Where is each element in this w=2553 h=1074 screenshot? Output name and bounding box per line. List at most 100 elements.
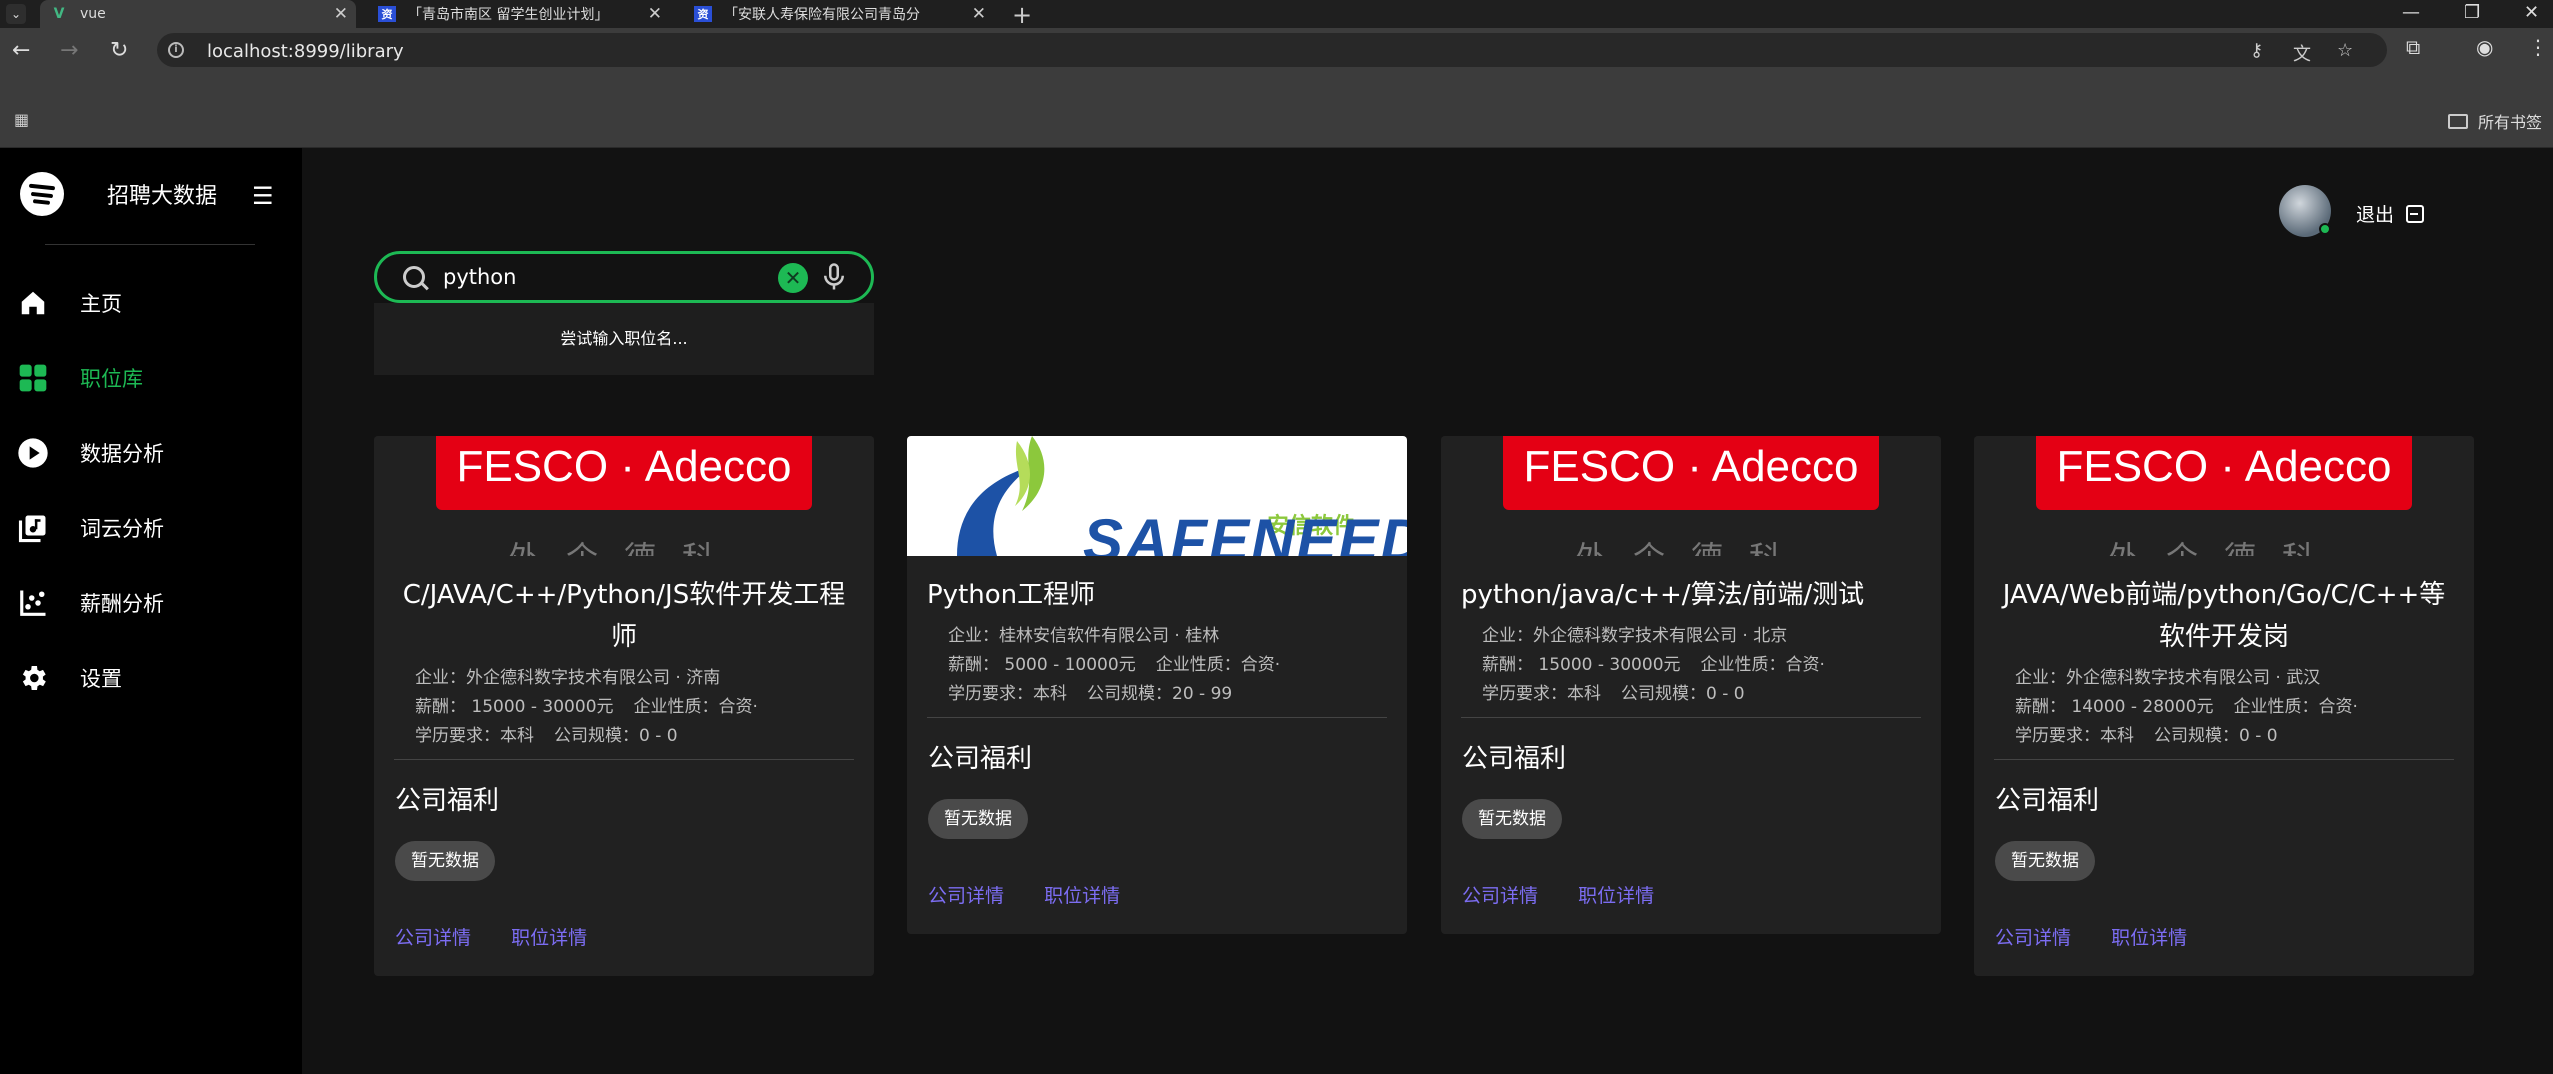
bookmarks-folder-label: 所有书签: [2478, 113, 2543, 132]
logout-label: 退出: [2356, 204, 2395, 226]
welfare-heading: 公司福利: [395, 786, 500, 816]
sidebar-item-wordcloud[interactable]: 词云分析: [16, 511, 164, 545]
folder-icon: [2448, 113, 2468, 129]
job-title: C/JAVA/C++/Python/JS软件开发工程师: [402, 580, 846, 652]
company-detail-link[interactable]: 公司详情: [928, 885, 1004, 907]
job-card: FESCO · Adecco 外企德科 python/java/c++/算法/前…: [1441, 436, 1941, 934]
card-actions: 公司详情 职位详情: [1974, 881, 2474, 976]
search-input[interactable]: [443, 264, 773, 290]
job-detail-link[interactable]: 职位详情: [1578, 885, 1654, 907]
education: 学历要求：本科: [948, 684, 1067, 704]
salary-line: 薪酬： 15000 - 30000元 企业性质：合资·: [415, 693, 874, 722]
logout-icon: [2406, 204, 2425, 223]
company-logo: FESCO · Adecco 外企德科: [374, 436, 874, 556]
music-library-icon: [16, 511, 50, 545]
education: 学历要求：本科: [415, 726, 534, 746]
password-key-icon[interactable]: ⚷: [2250, 40, 2263, 61]
clear-search-icon[interactable]: ✕: [778, 263, 808, 293]
browser-tab-vue[interactable]: V vue ✕: [40, 0, 356, 28]
company-detail-link[interactable]: 公司详情: [1462, 885, 1538, 907]
search-icon: [403, 266, 425, 288]
job-detail-link[interactable]: 职位详情: [1044, 885, 1120, 907]
profile-icon[interactable]: ◉: [2476, 35, 2493, 59]
company-detail-link[interactable]: 公司详情: [395, 927, 471, 949]
hamburger-menu-icon[interactable]: ☰: [252, 182, 274, 210]
company-line: 企业：外企德科数字技术有限公司 · 北京: [1482, 626, 1788, 646]
salary-line: 薪酬： 15000 - 30000元 企业性质：合资·: [1482, 651, 1941, 680]
sidebar: 招聘大数据 ☰ 主页 职位库 数据分析 词云分析 薪酬分析 设置: [0, 148, 302, 1074]
brand-name: 招聘大数据: [107, 184, 218, 209]
tab-title: 「青岛市南区 留学生创业计划」: [408, 7, 609, 23]
job-card: FESCO · Adecco 外企德科 JAVA/Web前端/python/Go…: [1974, 436, 2474, 976]
forward-icon[interactable]: →: [60, 38, 78, 63]
sidebar-item-settings[interactable]: 设置: [16, 661, 122, 695]
education-line: 学历要求：本科 公司规模：0 - 0: [415, 722, 874, 751]
safeneeds-logo-icon: [957, 436, 1045, 556]
company-type: 企业性质：合资·: [633, 697, 758, 717]
company-detail-link[interactable]: 公司详情: [1995, 927, 2071, 949]
close-tab-icon[interactable]: ✕: [972, 4, 986, 24]
grid-icon: [16, 361, 50, 395]
site-info-icon[interactable]: i: [168, 42, 184, 58]
back-icon[interactable]: ←: [12, 38, 30, 63]
fesco-logo-text: FESCO · Adecco: [436, 436, 812, 510]
job-detail-link[interactable]: 职位详情: [511, 927, 587, 949]
minimize-icon[interactable]: —: [2402, 2, 2420, 23]
more-menu-icon[interactable]: ⋮: [2528, 35, 2548, 59]
apps-grid-icon[interactable]: ▦: [14, 110, 29, 129]
fesco-logo-subtext: 外企德科: [2084, 532, 2364, 556]
close-tab-icon[interactable]: ✕: [334, 4, 348, 24]
education: 学历要求：本科: [2015, 726, 2134, 746]
card-actions: 公司详情 职位详情: [1441, 839, 1941, 934]
job-meta: 企业：桂林安信软件有限公司 · 桂林 薪酬： 5000 - 10000元 企业性质…: [907, 616, 1407, 709]
reload-icon[interactable]: ↻: [110, 38, 128, 63]
sidebar-item-label: 薪酬分析: [80, 592, 164, 616]
sidebar-item-salary-analysis[interactable]: 薪酬分析: [16, 586, 164, 620]
browser-tab-3[interactable]: 资 「安联人寿保险有限公司青岛分 ✕: [684, 0, 994, 28]
sidebar-item-data-analysis[interactable]: 数据分析: [16, 436, 164, 470]
close-tab-icon[interactable]: ✕: [648, 4, 662, 24]
vue-favicon-icon: V: [53, 6, 65, 22]
extensions-icon[interactable]: ⧉: [2406, 35, 2420, 59]
translate-icon[interactable]: 文: [2293, 40, 2311, 66]
company-logo: FESCO · Adecco 外企德科: [1974, 436, 2474, 556]
bookmark-star-icon[interactable]: ☆: [2337, 40, 2353, 61]
job-title: python/java/c++/算法/前端/测试: [1461, 580, 1865, 610]
job-card: FESCO · Adecco 外企德科 C/JAVA/C++/Python/JS…: [374, 436, 874, 976]
job-detail-link[interactable]: 职位详情: [2111, 927, 2187, 949]
welfare-heading: 公司福利: [928, 744, 1033, 774]
search-box: ✕: [374, 251, 874, 303]
microphone-icon[interactable]: [819, 262, 849, 292]
salary: 薪酬： 15000 - 30000元: [1482, 655, 1681, 675]
browser-tab-2[interactable]: 资 「青岛市南区 留学生创业计划」 ✕: [368, 0, 670, 28]
company-line: 企业：外企德科数字技术有限公司 · 济南: [415, 668, 721, 688]
logout-button[interactable]: 退出: [2356, 200, 2425, 227]
sidebar-item-label: 词云分析: [80, 517, 164, 541]
new-tab-button[interactable]: +: [1012, 1, 1032, 29]
education: 学历要求：本科: [1482, 684, 1601, 704]
close-window-icon[interactable]: ✕: [2524, 2, 2539, 23]
fesco-logo-subtext: 外企德科: [1551, 532, 1831, 556]
site-favicon-icon: 资: [694, 6, 712, 22]
url-field[interactable]: i localhost:8999/library ⚷ 文 ☆: [157, 33, 2387, 67]
browser-tab-bar: ⌄ V vue ✕ 资 「青岛市南区 留学生创业计划」 ✕ 资 「安联人寿保险有…: [0, 0, 2553, 29]
address-bar: ← → ↻ i localhost:8999/library ⚷ 文 ☆ ⧉ ◉…: [0, 28, 2553, 72]
company-size: 公司规模：20 - 99: [1087, 684, 1233, 704]
sidebar-item-job-library[interactable]: 职位库: [16, 361, 143, 395]
gear-icon: [16, 661, 50, 695]
search-suggestion: 尝试输入职位名...: [374, 303, 874, 375]
online-status-dot: [2319, 223, 2331, 235]
no-data-chip: 暂无数据: [1462, 799, 1562, 839]
avatar[interactable]: [2279, 185, 2331, 237]
sidebar-item-home[interactable]: 主页: [16, 286, 122, 320]
fesco-logo-text: FESCO · Adecco: [1503, 436, 1879, 510]
company-line: 企业：外企德科数字技术有限公司 · 武汉: [2015, 668, 2321, 688]
restore-icon[interactable]: ❐: [2464, 2, 2480, 23]
all-bookmarks-folder[interactable]: 所有书签: [2448, 109, 2542, 133]
tab-search-icon[interactable]: ⌄: [6, 4, 26, 24]
sidebar-item-label: 职位库: [80, 367, 143, 391]
safeneeds-logo-text: SAFENEEDS: [1083, 507, 1407, 556]
no-data-chip: 暂无数据: [395, 841, 495, 881]
sidebar-item-label: 主页: [80, 292, 122, 316]
card-actions: 公司详情 职位详情: [374, 881, 874, 976]
